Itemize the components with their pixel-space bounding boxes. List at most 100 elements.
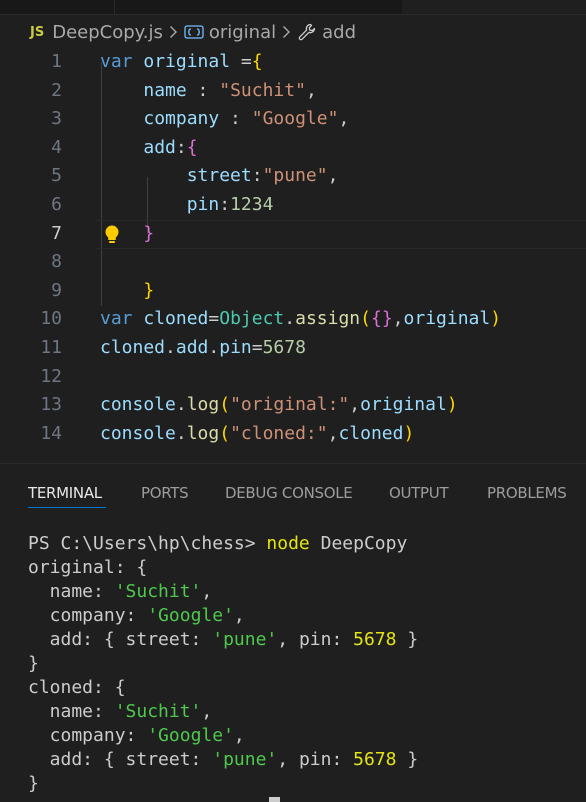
line-number: 2 <box>51 79 62 101</box>
terminal-token: PS C:\Users\hp\chess> <box>28 533 267 554</box>
terminal-token: add: { street: <box>28 749 213 770</box>
code-token: . <box>284 308 296 330</box>
code-token: 1234 <box>230 194 274 215</box>
tab-terminal[interactable]: TERMINAL <box>28 484 102 502</box>
terminal-token: , pin: <box>277 749 354 770</box>
breadcrumb-symbol-original[interactable]: original <box>209 22 276 43</box>
terminal-token: 'pune' <box>212 749 278 770</box>
active-editor-tab[interactable] <box>402 0 586 14</box>
code-text: } <box>100 277 154 306</box>
terminal-line: add: { street: 'pune', pin: 5678 } <box>28 748 419 772</box>
code-token: , <box>327 165 339 187</box>
code-line[interactable]: 1 var original ={ <box>0 48 586 77</box>
code-token: console <box>100 422 176 444</box>
terminal-token: add: { street: <box>28 629 213 650</box>
code-token: = <box>251 337 263 358</box>
chevron-right-icon <box>169 25 178 39</box>
code-token: cloned <box>100 337 166 358</box>
code-token: = <box>208 308 220 330</box>
code-token: original <box>143 51 231 72</box>
code-line[interactable]: 11 cloned.add.pin=5678 <box>0 334 586 363</box>
code-token: . <box>165 337 176 358</box>
code-line[interactable]: 4 add:{ <box>0 134 586 163</box>
terminal-token: name: <box>28 581 115 602</box>
breadcrumb-file[interactable]: DeepCopy.js <box>52 22 163 43</box>
code-token: company <box>143 108 220 130</box>
line-number: 11 <box>40 337 62 358</box>
terminal-cursor <box>269 797 280 802</box>
terminal-token: } <box>28 773 39 794</box>
code-token: "Google" <box>251 108 339 130</box>
code-text: cloned.add.pin=5678 <box>100 334 306 363</box>
code-line[interactable]: 2 name : "Suchit", <box>0 77 586 106</box>
code-line[interactable]: 10 var cloned=Object.assign({},original) <box>0 305 586 334</box>
code-line[interactable]: 6 pin:1234 <box>0 191 586 220</box>
code-line[interactable]: 9 } <box>0 277 586 306</box>
code-text: name : "Suchit", <box>100 77 316 106</box>
terminal-token: , <box>201 701 213 722</box>
tab-problems[interactable]: PROBLEMS <box>487 484 567 502</box>
code-token: } <box>143 279 155 301</box>
terminal-token: company: <box>28 725 148 746</box>
code-token: var <box>100 51 133 72</box>
line-number: 13 <box>40 394 62 416</box>
terminal-token: , <box>233 605 245 626</box>
code-token: . <box>175 422 187 444</box>
terminal-token: 5678 <box>353 749 397 770</box>
code-token: "pune" <box>262 165 328 187</box>
object-symbol-icon <box>184 24 204 40</box>
tab-debug-console[interactable]: DEBUG CONSOLE <box>225 484 353 502</box>
terminal-token: name: <box>28 701 115 722</box>
terminal-line: original: { <box>28 556 147 580</box>
code-line[interactable]: 13 console.log("original:",original) <box>0 391 586 420</box>
terminal-token: original: { <box>28 557 148 578</box>
breadcrumb-symbol-add[interactable]: add <box>322 22 356 43</box>
code-text: console.log("cloned:",cloned) <box>100 420 414 449</box>
code-line[interactable]: 5 street:"pune", <box>0 162 586 191</box>
code-token: pin <box>186 194 220 215</box>
line-number: 10 <box>40 308 62 330</box>
tab-output[interactable]: OUTPUT <box>389 484 449 502</box>
terminal-token: , <box>201 581 213 602</box>
code-token: , <box>349 394 361 416</box>
code-token: ) <box>490 308 502 330</box>
chevron-right-icon <box>282 25 291 39</box>
code-text: company : "Google", <box>100 105 349 134</box>
breadcrumb: JS DeepCopy.js original add <box>0 18 586 46</box>
terminal-token: company: <box>28 605 148 626</box>
terminal-token: 'Google' <box>147 605 234 626</box>
code-token: : <box>175 136 187 158</box>
code-line[interactable]: 14 console.log("cloned:",cloned) <box>0 420 586 449</box>
terminal-token: node <box>266 533 310 554</box>
code-text: var cloned=Object.assign({},original) <box>100 305 501 334</box>
code-token: ) <box>403 422 415 444</box>
line-number: 6 <box>51 194 62 215</box>
code-token: log <box>186 394 220 416</box>
code-token: name <box>143 79 187 101</box>
code-line[interactable]: 7 } <box>0 219 586 249</box>
code-token: , <box>338 108 350 130</box>
active-tab-indicator <box>28 507 106 508</box>
terminal-token: } <box>396 749 419 770</box>
code-token: cloned <box>338 422 404 444</box>
code-line[interactable]: 8 <box>0 248 586 277</box>
terminal-token: DeepCopy <box>309 533 408 554</box>
code-token: = <box>230 51 252 72</box>
code-token: : <box>251 165 263 187</box>
tab-ports[interactable]: PORTS <box>141 484 189 502</box>
code-token: : <box>186 79 220 101</box>
line-number: 14 <box>40 422 62 444</box>
terminal-token: 'Suchit' <box>114 701 202 722</box>
tab-divider <box>114 0 115 14</box>
code-text: add:{ <box>100 134 197 163</box>
code-token: add <box>175 337 209 358</box>
code-text: var original ={ <box>100 48 263 77</box>
code-line[interactable]: 12 <box>0 363 586 392</box>
code-line[interactable]: 3 company : "Google", <box>0 105 586 134</box>
terminal-line: company: 'Google', <box>28 724 245 748</box>
